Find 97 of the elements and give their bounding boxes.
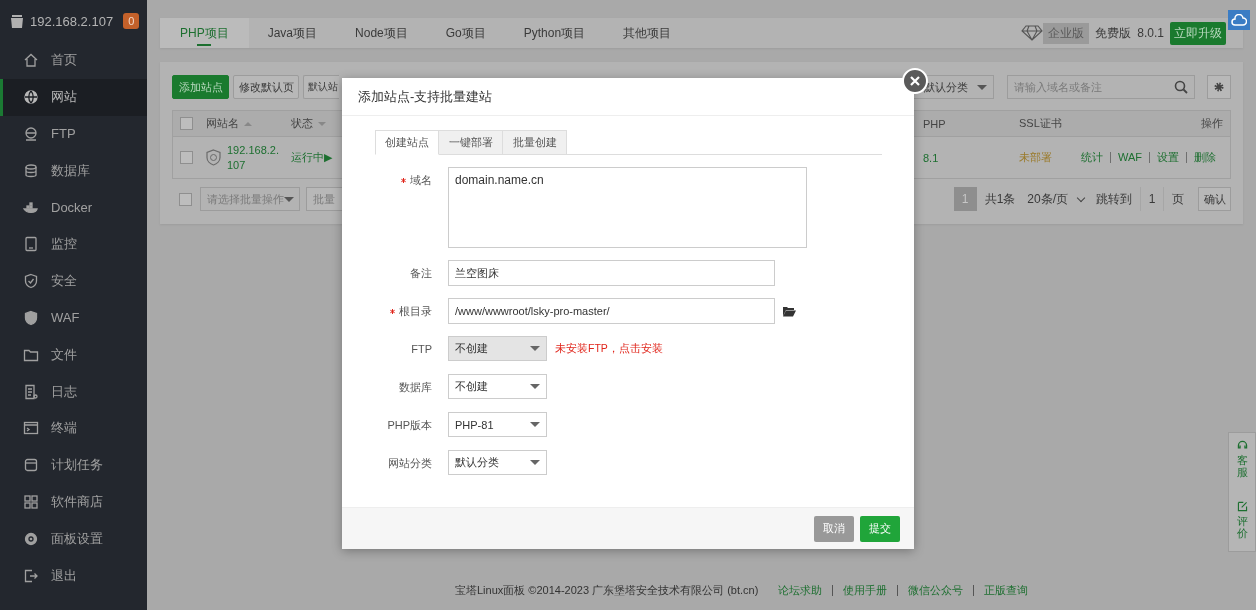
field-label: 根目录 [399,303,432,319]
sidebar-item[interactable]: Docker [0,189,147,226]
host-name: 192.168.2.107 [30,13,114,29]
action-link[interactable]: 设置 [1149,152,1186,163]
checkbox[interactable] [179,192,192,206]
monitor-icon [23,236,39,253]
project-tab[interactable]: 其他项目 [604,18,691,48]
field-label: PHP版本 [387,417,432,433]
cup-icon [10,13,24,29]
sidebar-item[interactable]: 计划任务 [0,446,147,484]
dialog-tab[interactable]: 批量创建 [503,130,567,155]
alert-badge: 0 [123,13,140,29]
sidebar-item[interactable]: 数据库 [0,152,147,190]
sidebar-item[interactable]: 日志 [0,373,147,410]
page-size-select[interactable]: 20条/页 [1023,190,1088,208]
required-icon [390,308,395,314]
search-icon [1174,80,1188,94]
input-field[interactable]: 兰空图床 [448,260,775,286]
page-label: 页 [1172,190,1184,208]
document-icon [23,383,39,400]
action-link[interactable]: 统计 [1073,152,1110,163]
exit-icon [23,567,39,584]
terminal-icon [23,420,39,437]
select-field[interactable]: 不创建 [448,374,547,399]
cloud-button[interactable] [1228,10,1250,30]
sidebar-item[interactable]: 软件商店 [0,483,147,521]
folder-icon[interactable] [783,305,796,317]
page-input[interactable]: 1 [1140,187,1164,211]
settings-button[interactable] [1207,75,1231,99]
shield-icon [206,149,221,166]
confirm-button[interactable]: 确认 [1198,187,1231,211]
upgrade-button[interactable]: 立即升级 [1170,21,1226,45]
sidebar-item[interactable]: 文件 [0,336,147,374]
required-icon [401,177,406,183]
column-header[interactable]: 网站名 [206,116,239,131]
calendar-icon [23,457,39,474]
database-icon [23,162,39,179]
add-site-button[interactable]: 添加站点 [172,75,229,99]
cloud-icon [1231,14,1247,26]
field-label: 数据库 [399,379,432,395]
side-tab[interactable]: 评价 [1235,500,1249,540]
grid-icon [23,493,39,510]
home-icon [23,52,39,69]
checkbox[interactable] [180,117,193,130]
submit-button[interactable]: 提交 [860,515,900,542]
close-icon [910,76,920,86]
project-tab[interactable]: Java项目 [248,18,337,48]
sidebar-item[interactable]: 面板设置 [0,520,147,558]
site-link[interactable]: 192.168.2.107 [227,142,285,173]
shield-icon [23,309,39,326]
edition-label: 免费版 [1095,24,1132,42]
dialog-tab[interactable]: 创建站点 [375,130,439,155]
sidebar-item[interactable]: 监控 [0,226,147,263]
version-label: 8.0.1 [1137,26,1164,40]
toolbar-button[interactable]: 默认站 [303,75,339,99]
column-header: 操作 [1201,116,1224,131]
dialog-title: 添加站点-支持批量建站 [342,78,914,116]
field-label: 备注 [410,265,432,281]
sort-icon[interactable] [318,121,326,126]
headset-icon [1235,439,1249,452]
sidebar-item[interactable]: 网站 [0,78,147,116]
table-cell: 8.1 [923,151,939,164]
side-tab[interactable]: 客服 [1235,439,1249,479]
column-header: PHP [923,117,946,130]
toolbar-button[interactable]: 修改默认页 [233,75,299,99]
total-label: 共1条 [984,190,1016,208]
project-tab[interactable]: Go项目 [426,18,505,48]
field-label: 网站分类 [388,455,432,471]
sort-icon[interactable] [244,121,252,126]
path-field[interactable]: /www/wwwroot/lsky-pro-master/ [448,298,775,324]
action-link[interactable]: 删除 [1186,152,1223,163]
copyright-text: 宝塔Linux面板 ©2014-2023 广东堡塔安全技术有限公司 (bt.cn) [455,582,759,598]
project-tab[interactable]: Python项目 [504,18,605,48]
dialog-tab[interactable]: 一键部署 [439,130,503,155]
domain-field[interactable]: domain.name.cn [448,167,807,248]
edit-icon [1235,500,1249,514]
field-label: FTP [411,343,432,355]
select-field[interactable]: 默认分类 [448,450,547,475]
shield-icon [23,273,39,290]
sidebar-item[interactable]: WAF [0,299,147,337]
sidebar-item[interactable]: 终端 [0,409,147,447]
status-link[interactable]: 运行中▶ [291,150,333,165]
select-field[interactable]: PHP-81 [448,412,547,437]
field-label: 域名 [410,172,432,188]
column-header[interactable]: 状态 [291,116,313,131]
project-tab[interactable]: PHP项目 [160,18,249,48]
sidebar-item[interactable]: FTP [0,115,147,153]
sidebar-item[interactable]: 安全 [0,262,147,300]
project-tab[interactable]: Node项目 [336,18,427,48]
sidebar-item[interactable]: 首页 [0,42,147,79]
jump-label: 跳转到 [1096,190,1132,208]
action-link[interactable]: WAF [1109,152,1149,163]
diamond-icon [1021,25,1044,41]
checkbox[interactable] [180,151,193,164]
sidebar-item[interactable]: 退出 [0,557,147,594]
column-header: SSL证书 [1019,116,1062,131]
whale-icon [23,199,39,216]
